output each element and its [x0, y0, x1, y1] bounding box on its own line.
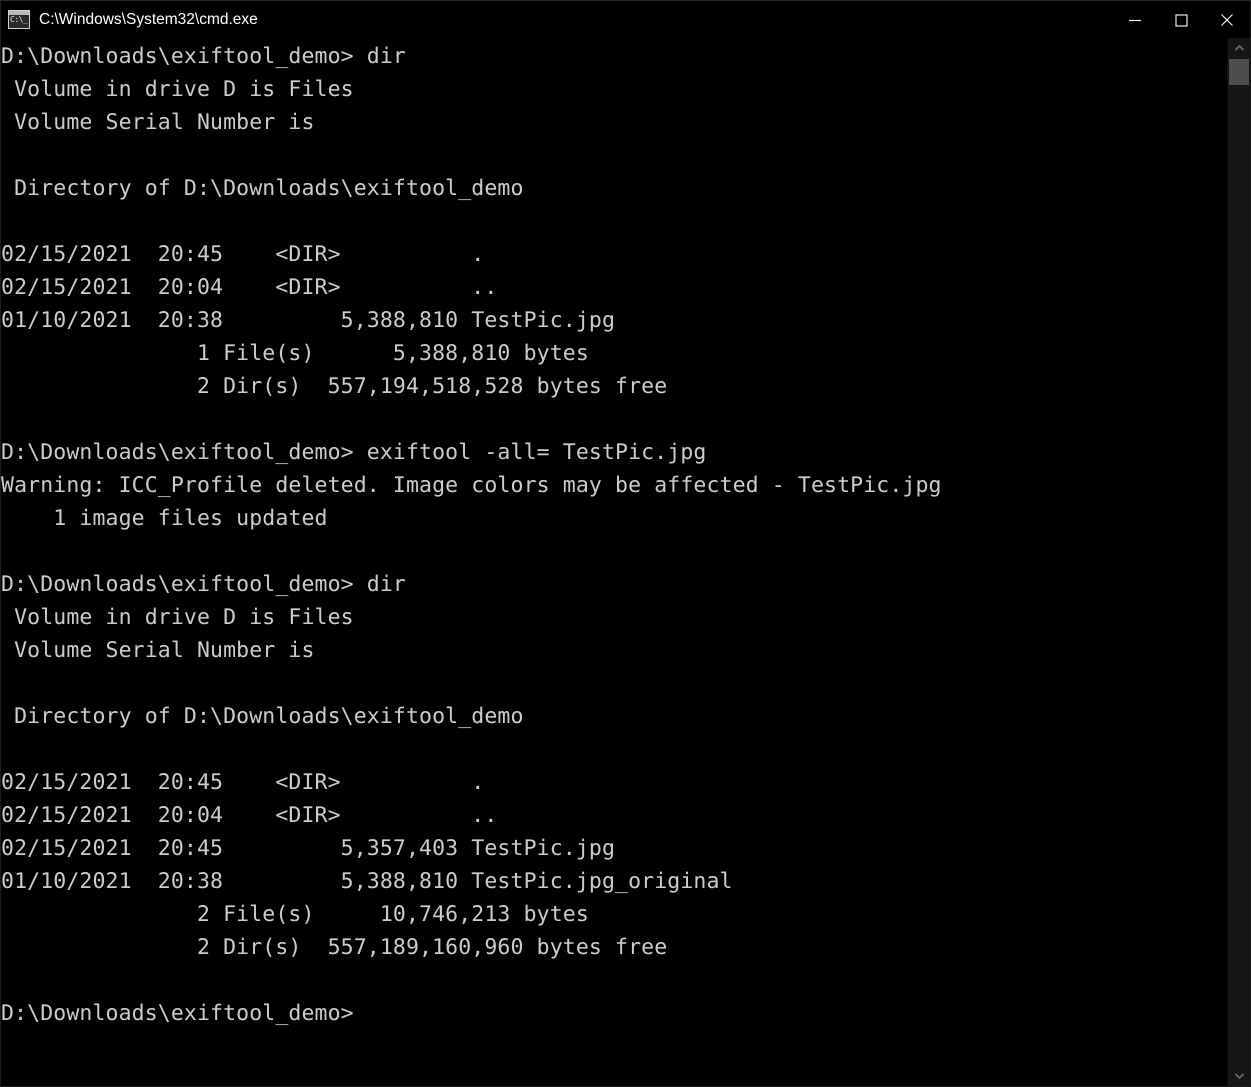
chevron-up-icon — [1234, 44, 1244, 51]
scrollbar-track[interactable] — [1228, 59, 1250, 1065]
chevron-down-icon — [1234, 1073, 1244, 1080]
maximize-button[interactable] — [1158, 1, 1204, 38]
minimize-icon — [1129, 19, 1141, 21]
close-button[interactable] — [1204, 1, 1250, 38]
title-bar-left: C:\_ C:\Windows\System32\cmd.exe — [1, 1, 1112, 38]
vertical-scrollbar[interactable] — [1227, 38, 1250, 1086]
cmd-window: C:\_ C:\Windows\System32\cmd.exe D:\Down… — [0, 0, 1251, 1087]
console-output-area[interactable]: D:\Downloads\exiftool_demo> dir Volume i… — [1, 38, 1227, 1086]
window-body: D:\Downloads\exiftool_demo> dir Volume i… — [1, 38, 1250, 1086]
cmd-icon-prompt: C:\_ — [10, 15, 28, 24]
scrollbar-thumb[interactable] — [1229, 59, 1249, 85]
maximize-icon — [1175, 13, 1188, 27]
window-title: C:\Windows\System32\cmd.exe — [39, 11, 258, 28]
scroll-down-button[interactable] — [1228, 1065, 1250, 1086]
scroll-up-button[interactable] — [1228, 38, 1250, 59]
console-text: D:\Downloads\exiftool_demo> dir Volume i… — [1, 44, 942, 1026]
title-bar[interactable]: C:\_ C:\Windows\System32\cmd.exe — [1, 1, 1250, 38]
close-icon — [1221, 13, 1233, 26]
cmd-icon: C:\_ — [8, 10, 30, 29]
window-controls — [1112, 1, 1250, 38]
minimize-button[interactable] — [1112, 1, 1158, 38]
